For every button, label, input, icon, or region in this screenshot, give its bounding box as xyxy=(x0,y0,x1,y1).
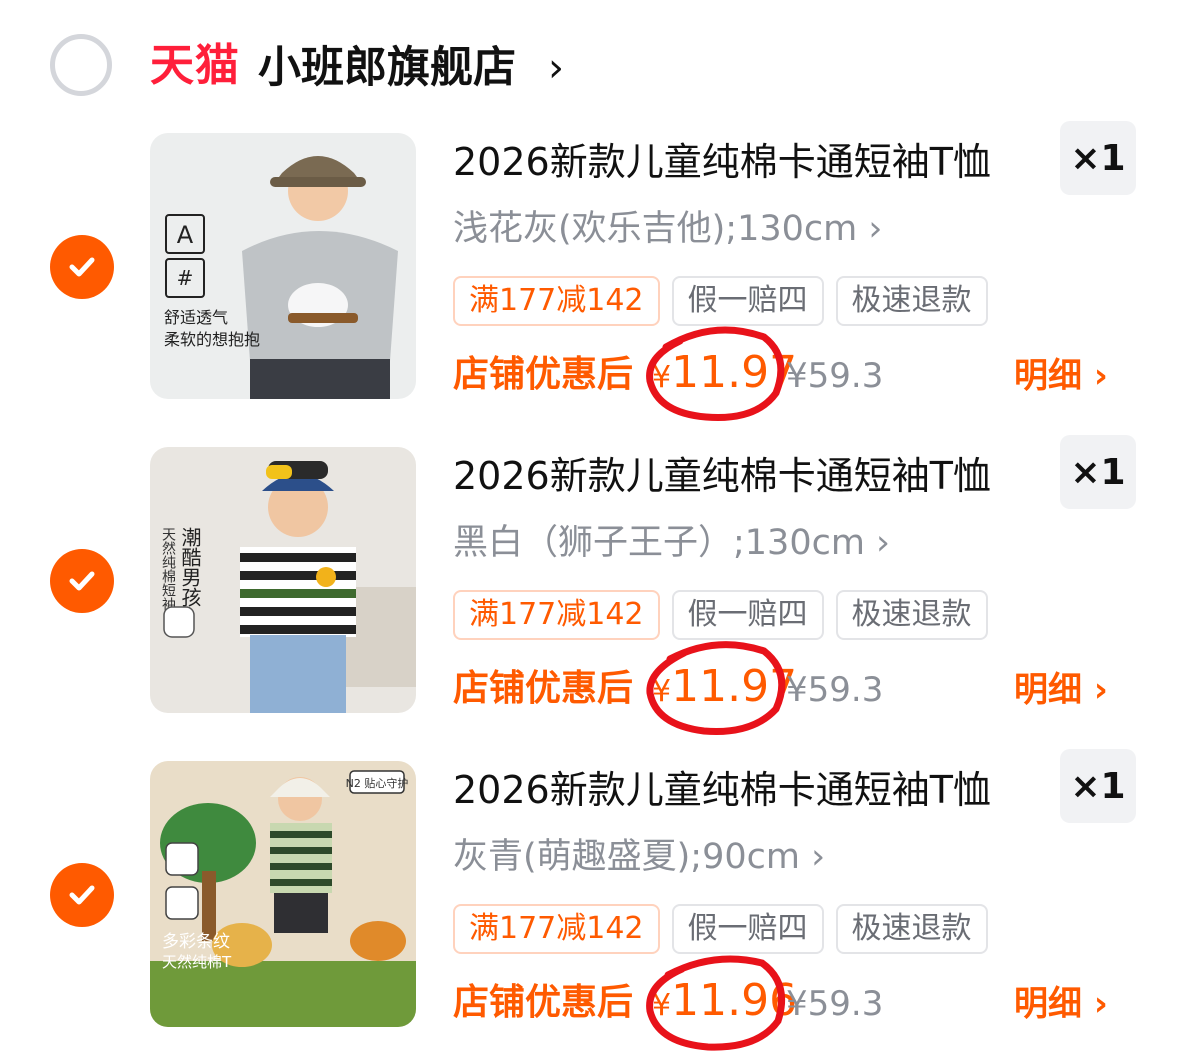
tag-list: 满177减142 假一赔四 极速退款 xyxy=(453,904,988,954)
svg-text:#: # xyxy=(177,266,194,290)
product-title[interactable]: 2026新款儿童纯棉卡通短袖T恤 xyxy=(453,451,991,501)
store-name-link[interactable]: 小班郎旗舰店 xyxy=(258,40,516,96)
original-price: ¥59.3 xyxy=(786,984,884,1024)
check-icon xyxy=(69,257,95,277)
quantity-badge[interactable]: ×1 xyxy=(1060,121,1136,195)
tag-list: 满177减142 假一赔四 极速退款 xyxy=(453,590,988,640)
refund-tag: 极速退款 xyxy=(835,904,988,954)
product-title[interactable]: 2026新款儿童纯棉卡通短袖T恤 xyxy=(453,137,991,187)
image-caption-2: 天然纯棉T xyxy=(162,953,232,971)
sku-selector[interactable]: 浅花灰(欢乐吉他);130cm › xyxy=(453,205,882,253)
image-badge-text: A xyxy=(177,221,194,249)
image-badge-text: N2 贴心守护 xyxy=(346,776,409,790)
circle-annotation xyxy=(646,955,786,1051)
sku-selector[interactable]: 灰青(萌趣盛夏);90cm › xyxy=(453,833,825,881)
guarantee-tag: 假一赔四 xyxy=(671,590,824,640)
image-caption-2: 柔软的想抱抱 xyxy=(164,330,260,349)
check-icon xyxy=(69,885,95,905)
image-caption-1: 多彩条纹 xyxy=(162,932,230,952)
promo-tag: 满177减142 xyxy=(453,904,660,954)
detail-link[interactable]: 明细 › xyxy=(1014,665,1108,715)
product-title[interactable]: 2026新款儿童纯棉卡通短袖T恤 xyxy=(453,765,991,815)
cart-item: 潮酷男孩 天然纯棉短袖 2026新款儿童纯棉卡通短袖T恤 ×1 黑白（狮子王子）… xyxy=(0,435,1179,736)
striped-shirt xyxy=(270,823,332,893)
detail-link[interactable]: 明细 › xyxy=(1014,351,1108,401)
product-image[interactable]: A # 舒适透气 柔软的想抱抱 xyxy=(150,133,416,399)
image-caption-2: 天然纯棉短袖 xyxy=(160,527,176,611)
guarantee-tag: 假一赔四 xyxy=(671,276,824,326)
cart-item: N2 贴心守护 多彩条纹 天然纯棉T 2026新款儿童纯棉卡通短袖T恤 ×1 灰… xyxy=(0,749,1179,1051)
circle-annotation xyxy=(646,641,786,736)
price-label: 店铺优惠后 xyxy=(453,668,634,709)
quantity-badge[interactable]: ×1 xyxy=(1060,435,1136,509)
price-label: 店铺优惠后 xyxy=(453,354,634,395)
image-caption-1: 舒适透气 xyxy=(164,308,228,327)
original-price: ¥59.3 xyxy=(786,670,884,710)
sku-selector[interactable]: 黑白（狮子王子）;130cm › xyxy=(453,519,890,567)
product-image[interactable]: 潮酷男孩 天然纯棉短袖 xyxy=(150,447,416,713)
tmall-logo: 天猫 xyxy=(150,40,240,91)
refund-tag: 极速退款 xyxy=(835,590,988,640)
cart-item: A # 舒适透气 柔软的想抱抱 2026新款儿童纯棉卡通短袖T恤 ×1 浅花灰(… xyxy=(0,121,1179,421)
image-caption-1: 潮酷男孩 xyxy=(178,527,202,607)
promo-tag: 满177减142 xyxy=(453,276,660,326)
circle-annotation xyxy=(646,326,785,421)
item-checkbox[interactable] xyxy=(50,549,114,613)
guarantee-tag: 假一赔四 xyxy=(671,904,824,954)
tag-list: 满177减142 假一赔四 极速退款 xyxy=(453,276,988,326)
store-header: 天猫 小班郎旗舰店 › xyxy=(0,0,1179,130)
store-select-radio[interactable] xyxy=(50,34,112,96)
refund-tag: 极速退款 xyxy=(835,276,988,326)
item-checkbox[interactable] xyxy=(50,863,114,927)
product-image[interactable]: N2 贴心守护 多彩条纹 天然纯棉T xyxy=(150,761,416,1027)
check-icon xyxy=(69,571,95,591)
original-price: ¥59.3 xyxy=(786,356,884,396)
striped-shirt xyxy=(240,547,356,637)
price-label: 店铺优惠后 xyxy=(453,982,634,1023)
quantity-badge[interactable]: ×1 xyxy=(1060,749,1136,823)
item-checkbox[interactable] xyxy=(50,235,114,299)
detail-link[interactable]: 明细 › xyxy=(1014,979,1108,1029)
promo-tag: 满177减142 xyxy=(453,590,660,640)
chevron-right-icon[interactable]: › xyxy=(548,40,564,96)
